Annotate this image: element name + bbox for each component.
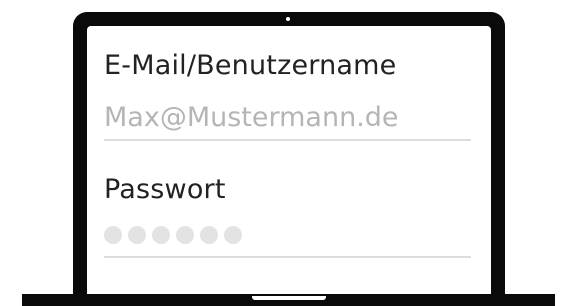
email-field-underline	[104, 139, 471, 141]
laptop-illustration: E-Mail/Benutzername Passwort	[0, 0, 577, 306]
password-mask-dot	[104, 226, 122, 244]
laptop-base-notch	[252, 296, 326, 300]
email-label: E-Mail/Benutzername	[104, 50, 397, 81]
email-field[interactable]	[104, 96, 471, 138]
password-mask-dot	[176, 226, 194, 244]
password-field-underline	[104, 256, 471, 258]
password-mask-dot	[224, 226, 242, 244]
password-mask-dot	[200, 226, 218, 244]
camera-icon	[286, 17, 290, 21]
password-label: Passwort	[104, 174, 226, 205]
password-mask-dot	[128, 226, 146, 244]
password-mask-dot	[152, 226, 170, 244]
login-screen: E-Mail/Benutzername Passwort	[87, 26, 491, 296]
password-field[interactable]	[104, 222, 471, 248]
